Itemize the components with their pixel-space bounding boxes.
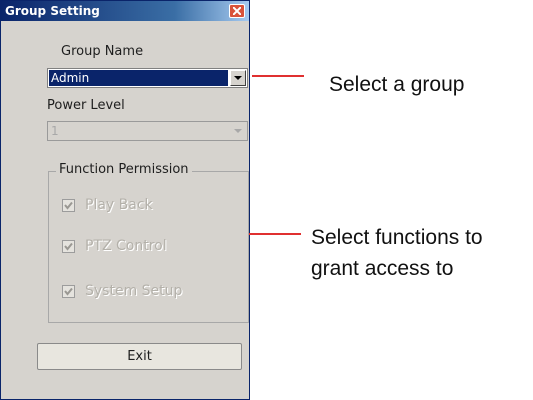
- close-icon: [233, 7, 241, 15]
- checkmark-icon: [64, 201, 73, 210]
- ptz-control-checkbox[interactable]: [62, 240, 75, 253]
- system-setup-checkbox[interactable]: [62, 285, 75, 298]
- group-name-select[interactable]: Admin: [47, 68, 248, 88]
- checkmark-icon: [64, 242, 73, 251]
- exit-button[interactable]: Exit: [37, 343, 242, 370]
- select-functions-callout-line: [249, 233, 301, 235]
- title-bar[interactable]: Group Setting: [1, 1, 249, 21]
- chevron-down-icon: [234, 129, 242, 133]
- select-group-callout-line: [252, 75, 304, 77]
- group-setting-dialog: Group Setting Group Name Admin Power Lev…: [0, 0, 250, 400]
- chevron-down-icon: [234, 76, 242, 80]
- select-group-annotation: Select a group: [329, 73, 465, 96]
- play-back-checkbox[interactable]: [62, 199, 75, 212]
- checkmark-icon: [64, 287, 73, 296]
- ptz-control-label: PTZ Control: [85, 238, 167, 254]
- power-level-value: 1: [51, 124, 59, 138]
- close-button[interactable]: [229, 4, 245, 18]
- power-level-label: Power Level: [47, 98, 125, 113]
- select-functions-annotation-line1: Select functions to: [311, 226, 483, 249]
- select-functions-annotation-line2: grant access to: [311, 257, 454, 280]
- function-permission-title: Function Permission: [56, 162, 192, 177]
- power-level-select[interactable]: 1: [47, 121, 248, 141]
- group-name-label: Group Name: [61, 44, 144, 59]
- system-setup-label: System Setup: [85, 283, 183, 299]
- window-title: Group Setting: [5, 4, 100, 18]
- play-back-label: Play Back: [85, 197, 153, 213]
- power-level-dropdown-button[interactable]: [230, 123, 246, 139]
- group-name-dropdown-button[interactable]: [230, 70, 246, 86]
- group-name-value: Admin: [49, 70, 228, 86]
